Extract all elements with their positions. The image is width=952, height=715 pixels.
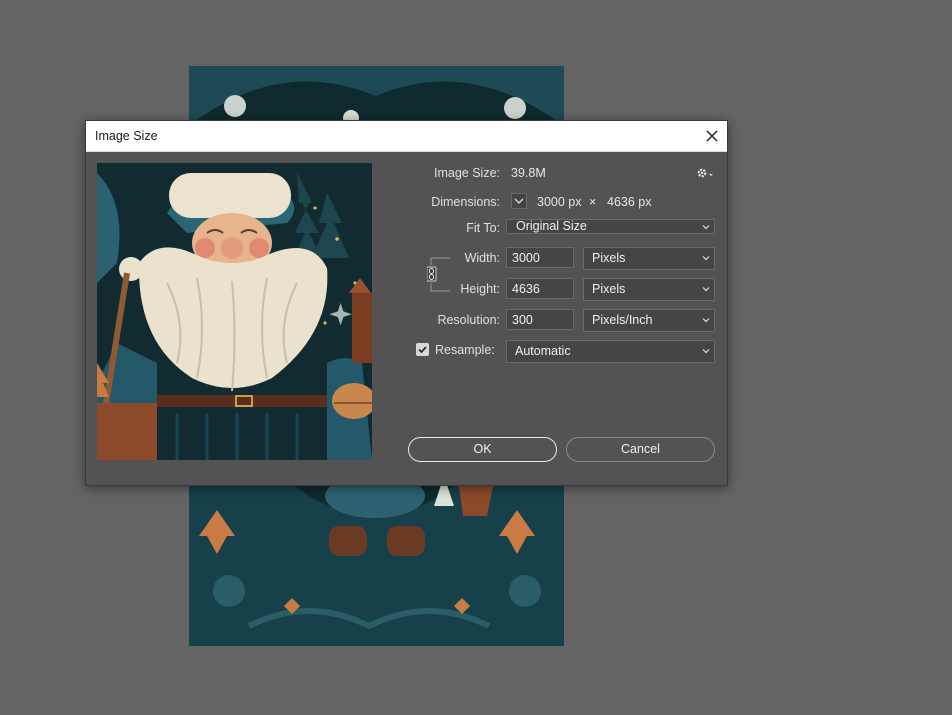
chevron-down-icon (702, 318, 710, 323)
chevron-down-icon (702, 256, 710, 261)
width-label: Width: (464, 251, 500, 265)
gear-icon (697, 168, 713, 178)
image-size-dialog: Image Size Image Size: 39.8M Dimensions:… (85, 120, 728, 486)
resample-method-selected: Automatic (515, 344, 571, 358)
resample-checkbox[interactable] (416, 343, 429, 356)
resample-label: Resample: (435, 343, 495, 357)
width-unit-dropdown[interactable]: Pixels (583, 247, 715, 270)
image-preview[interactable] (97, 163, 372, 460)
chevron-down-icon (702, 225, 710, 230)
dimensions-unit-dropdown[interactable] (511, 193, 527, 209)
dialog-titlebar: Image Size (86, 121, 727, 152)
dialog-title: Image Size (95, 129, 158, 143)
resolution-label: Resolution: (437, 313, 500, 327)
chevron-down-icon (514, 198, 524, 204)
dimensions-separator: × (589, 195, 597, 209)
ok-button[interactable]: OK (408, 437, 557, 462)
fit-to-label: Fit To: (466, 221, 500, 235)
width-unit-selected: Pixels (592, 251, 626, 265)
fit-to-selected: Original Size (516, 219, 587, 233)
height-label: Height: (460, 282, 500, 296)
resample-method-dropdown[interactable]: Automatic (506, 340, 715, 363)
image-size-label: Image Size: (433, 166, 500, 180)
height-unit-dropdown[interactable]: Pixels (583, 278, 715, 301)
dimensions-width-value: 3000 px (537, 195, 582, 209)
fit-to-dropdown[interactable]: Original Size (506, 219, 715, 234)
resolution-input[interactable] (506, 309, 574, 330)
settings-gear-button[interactable] (695, 165, 715, 181)
width-input[interactable] (506, 247, 574, 268)
chevron-down-icon (702, 287, 710, 292)
height-unit-selected: Pixels (592, 282, 626, 296)
dimensions-height-value: 4636 px (607, 195, 652, 209)
height-input[interactable] (506, 278, 574, 299)
dimensions-label: Dimensions: (431, 195, 500, 209)
resolution-unit-dropdown[interactable]: Pixels/Inch (583, 309, 715, 332)
resolution-unit-selected: Pixels/Inch (592, 313, 653, 327)
cancel-button[interactable]: Cancel (566, 437, 715, 462)
image-size-value: 39.8M (511, 166, 546, 180)
checkmark-icon (418, 346, 427, 354)
chevron-down-icon (702, 349, 710, 354)
santa-preview-image (97, 163, 372, 460)
close-icon (706, 130, 718, 142)
close-button[interactable] (697, 121, 727, 151)
